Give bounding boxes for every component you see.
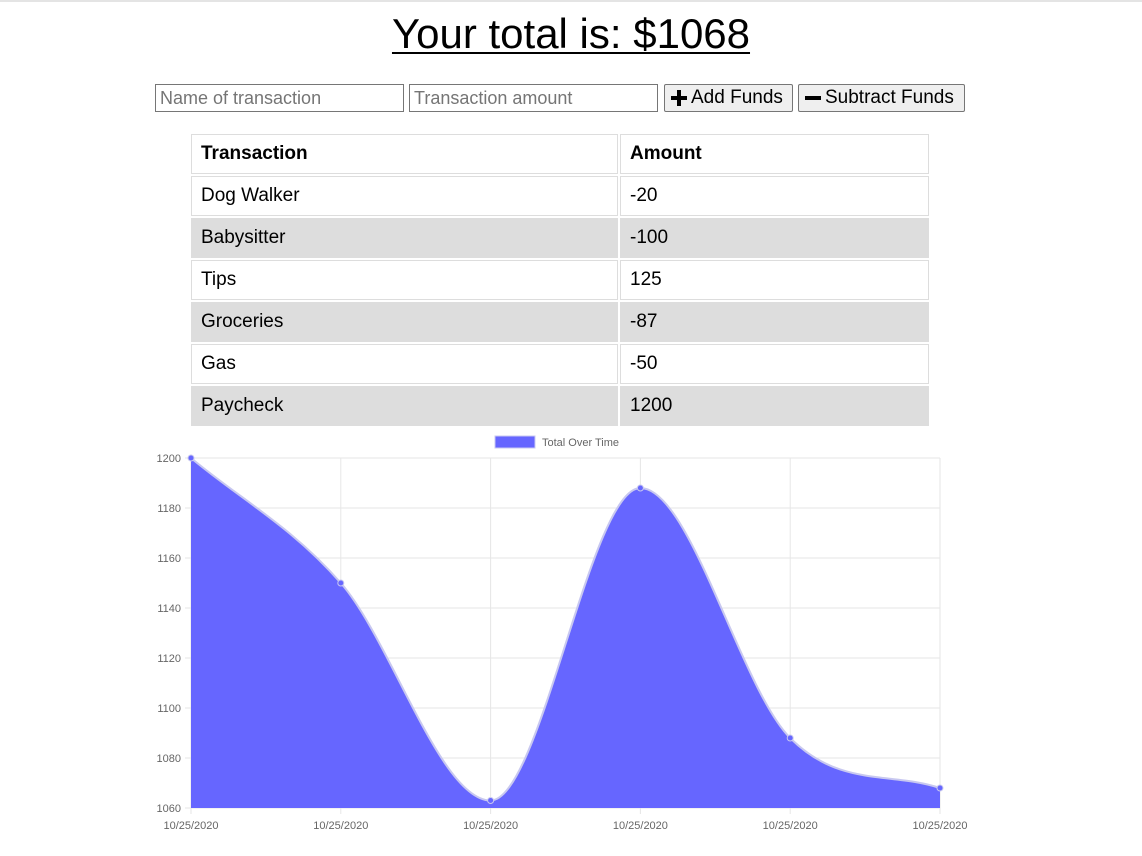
data-point: [187, 454, 195, 462]
minus-icon: [805, 90, 821, 106]
column-header-transaction: Transaction: [191, 134, 618, 174]
y-tick-label: 1180: [157, 503, 181, 515]
add-funds-label: Add Funds: [691, 87, 783, 108]
y-tick-label: 1060: [157, 803, 181, 815]
transactions-table: Transaction Amount Dog Walker -20 Babysi…: [189, 132, 931, 428]
x-tick-label: 10/25/2020: [912, 820, 967, 832]
table-row: Tips 125: [191, 260, 929, 300]
transaction-name-cell: Groceries: [191, 302, 618, 342]
data-point: [487, 797, 495, 804]
y-tick-label: 1140: [157, 603, 181, 615]
legend-label: Total Over Time: [542, 437, 619, 449]
y-tick-label: 1200: [157, 453, 181, 465]
y-tick-label: 1160: [157, 553, 181, 565]
data-point: [786, 734, 794, 742]
transaction-amount-cell: -50: [620, 344, 929, 384]
table-row: Groceries -87: [191, 302, 929, 342]
x-tick-label: 10/25/2020: [463, 820, 518, 832]
legend-swatch: [494, 435, 536, 449]
transaction-amount-cell: 125: [620, 260, 929, 300]
x-tick-label: 10/25/2020: [163, 820, 218, 832]
y-tick-label: 1100: [157, 703, 181, 715]
table-row: Gas -50: [191, 344, 929, 384]
transaction-amount-input[interactable]: [409, 84, 658, 112]
top-border: [0, 0, 1142, 2]
table-row: Babysitter -100: [191, 218, 929, 258]
subtract-funds-button[interactable]: Subtract Funds: [798, 84, 965, 112]
x-tick-label: 10/25/2020: [763, 820, 818, 832]
series-area: [191, 458, 940, 808]
add-funds-button[interactable]: Add Funds: [664, 84, 793, 112]
data-point: [337, 579, 345, 587]
transaction-amount-cell: -87: [620, 302, 929, 342]
transaction-name-cell: Tips: [191, 260, 618, 300]
x-tick-label: 10/25/2020: [613, 820, 668, 832]
transaction-name-cell: Babysitter: [191, 218, 618, 258]
transaction-name-cell: Dog Walker: [191, 176, 618, 216]
transaction-amount-cell: -20: [620, 176, 929, 216]
transaction-name-cell: Gas: [191, 344, 618, 384]
table-header-row: Transaction Amount: [191, 134, 929, 174]
plus-icon: [671, 90, 687, 106]
data-point: [936, 784, 944, 792]
transaction-name-cell: Paycheck: [191, 386, 618, 426]
y-tick-label: 1080: [157, 753, 181, 765]
y-tick-label: 1120: [157, 653, 181, 665]
transaction-name-input[interactable]: [155, 84, 404, 112]
column-header-amount: Amount: [620, 134, 929, 174]
transaction-amount-cell: -100: [620, 218, 929, 258]
x-tick-label: 10/25/2020: [313, 820, 368, 832]
page-title: Your total is: $1068: [391, 10, 751, 57]
subtract-funds-label: Subtract Funds: [825, 87, 954, 108]
transaction-amount-cell: 1200: [620, 386, 929, 426]
table-row: Paycheck 1200: [191, 386, 929, 426]
total-over-time-chart: 1060 1080 1100 1120 1140 1160 1180 1200 10/25/20…: [157, 435, 968, 832]
data-point: [636, 484, 644, 492]
table-row: Dog Walker -20: [191, 176, 929, 216]
